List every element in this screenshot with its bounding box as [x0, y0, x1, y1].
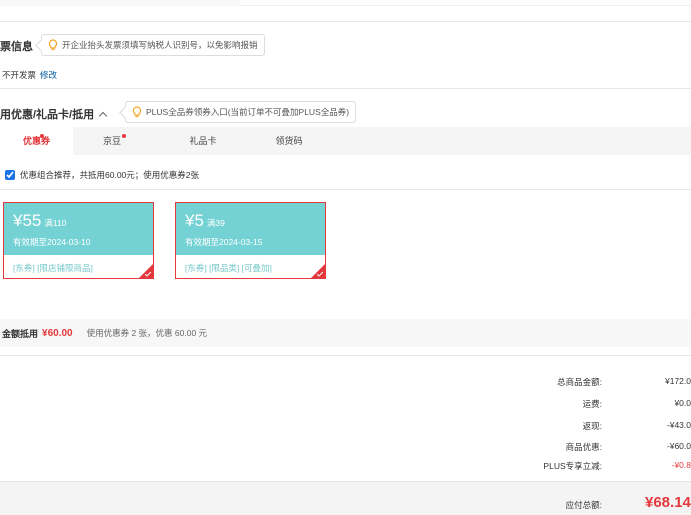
invoice-modify-link[interactable]: 修改 [40, 70, 57, 80]
invoice-section-title: 票信息 [0, 41, 33, 53]
combo-recommend[interactable]: 优惠组合推荐，共抵用60.00元；使用优惠券2张 [5, 169, 199, 181]
deduction-label: 金额抵用 [2, 328, 39, 339]
tab-label: 优惠券 [22, 136, 50, 146]
coupon-face: ¥55 满110 有效期至2024-03-10 [4, 203, 153, 255]
coupon-value: ¥5 [185, 211, 204, 230]
summary-value-goods: ¥172.0 [665, 376, 691, 386]
payable-value: ¥68.14 [645, 494, 691, 511]
invoice-tip: 开企业抬头发票须填写纳税人识别号，以免影响报销 [41, 34, 265, 56]
coupon-amount: ¥55 满110 [13, 211, 66, 231]
summary-label-product-discount: 商品优惠: [565, 442, 602, 452]
coupon-value: ¥55 [13, 211, 42, 230]
coupon-validity: 有效期至2024-03-15 [185, 237, 263, 247]
coupon-card[interactable]: ¥5 满39 有效期至2024-03-15 [东券] [限品类] [可叠加] [175, 202, 326, 279]
invoice-status: 不开发票 [2, 70, 37, 80]
invoice-tip-text: 开企业抬头发票须填写纳税人识别号，以免影响报销 [62, 40, 258, 50]
deduction-summary-bar: 金额抵用 ¥60.00 使用优惠券 2 张，优惠 60.00 元 [0, 319, 691, 347]
tab-pickup-code[interactable]: 领货码 [256, 127, 322, 155]
tab-gift-card[interactable]: 礼品卡 [170, 127, 236, 155]
divider [0, 21, 691, 22]
deduction-description: 使用优惠券 2 张，优惠 60.00 元 [86, 328, 208, 338]
tab-label: 京豆 [102, 136, 121, 146]
summary-value-plus: -¥0.8 [671, 460, 691, 470]
plus-coupon-tip-text: PLUS全品券领券入口(当前订单不可叠加PLUS全品券) [146, 107, 350, 117]
divider [0, 355, 691, 356]
new-dot [122, 134, 126, 138]
combo-checkbox[interactable] [5, 170, 15, 180]
tab-jingdou[interactable]: 京豆 [80, 127, 144, 155]
lightbulb-icon [132, 106, 142, 118]
discount-section-header[interactable]: 用优惠/礼品卡/抵用 [0, 106, 108, 122]
lightbulb-icon [48, 39, 58, 51]
tab-label: 礼品卡 [189, 136, 217, 146]
combo-text: 优惠组合推荐，共抵用60.00元；使用优惠券2张 [20, 170, 199, 180]
divider [0, 189, 691, 190]
summary-label-shipping: 运费: [582, 399, 602, 409]
coupon-face: ¥5 满39 有效期至2024-03-15 [176, 203, 325, 255]
coupon-amount: ¥5 满39 [185, 211, 225, 231]
coupon-threshold: 满39 [206, 218, 225, 228]
summary-value-shipping: ¥0.0 [674, 398, 691, 408]
top-strip [0, 0, 691, 6]
top-strip-fill [0, 0, 240, 6]
coupon-tags: [东券] [限品类] [可叠加] [185, 263, 272, 273]
deduction-value: ¥60.00 [42, 327, 73, 339]
summary-label-cashback: 返现: [582, 421, 602, 431]
divider [0, 88, 691, 89]
summary-value-cashback: -¥43.0 [666, 420, 691, 430]
payable-label: 应付总额: [565, 500, 602, 510]
coupon-card[interactable]: ¥55 满110 有效期至2024-03-10 [东券] [限店铺限商品] [3, 202, 154, 279]
coupon-tags: [东券] [限店铺限商品] [13, 263, 93, 273]
payable-total-bar: 应付总额: ¥68.14 [0, 481, 691, 515]
summary-label-goods: 总商品金额: [557, 377, 602, 387]
new-dot [40, 134, 44, 138]
discount-section-title: 用优惠/礼品卡/抵用 [0, 109, 95, 121]
coupon-validity: 有效期至2024-03-10 [13, 237, 91, 247]
coupon-threshold: 满110 [44, 218, 67, 228]
summary-label-plus: PLUS专享立减: [543, 461, 602, 471]
tab-coupons[interactable]: 优惠券 [0, 127, 73, 155]
chevron-up-icon [98, 111, 108, 121]
summary-value-product-discount: -¥60.0 [666, 441, 691, 451]
discount-tabs: 优惠券 京豆 礼品卡 领货码 [0, 127, 691, 155]
plus-coupon-tip[interactable]: PLUS全品券领券入口(当前订单不可叠加PLUS全品券) [125, 101, 357, 123]
tab-label: 领货码 [275, 136, 303, 146]
invoice-status-line: 不开发票 修改 [2, 69, 57, 81]
